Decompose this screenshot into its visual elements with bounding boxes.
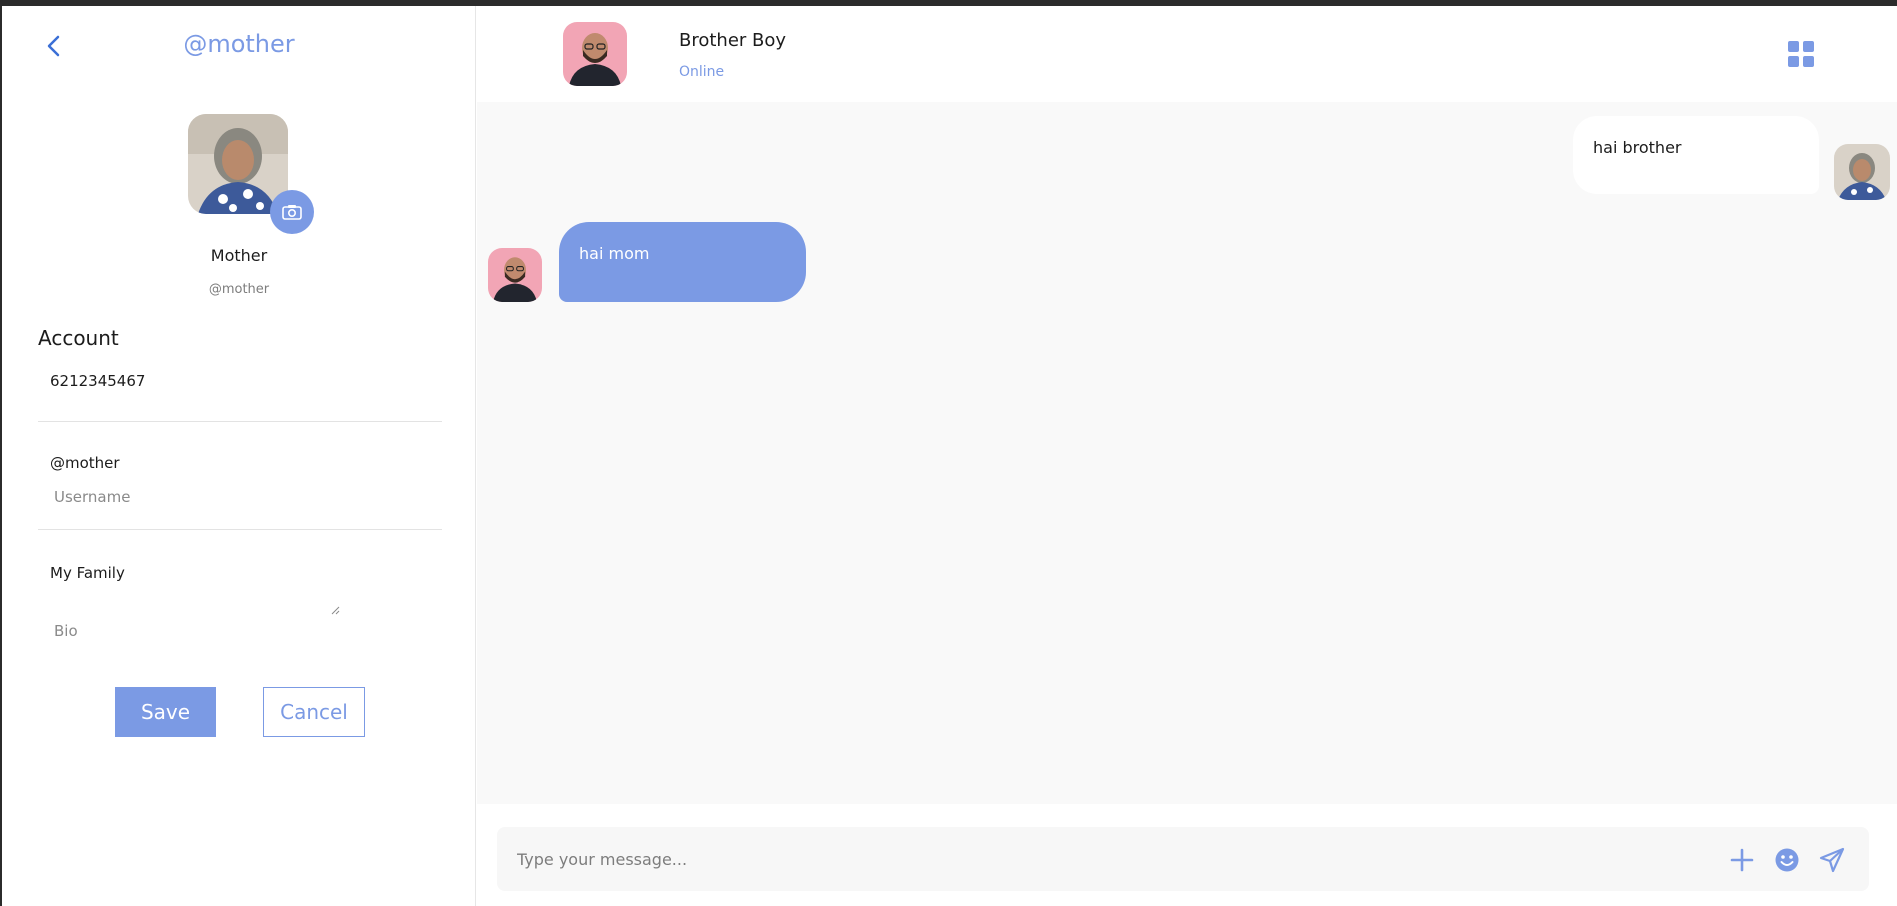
change-photo-button[interactable] <box>270 190 314 234</box>
chat-panel: Brother Boy Online hai brother hai mom T… <box>477 6 1897 906</box>
account-heading: Account <box>38 326 119 350</box>
outgoing-message[interactable]: hai brother <box>1573 116 1819 194</box>
cancel-button[interactable]: Cancel <box>263 687 365 737</box>
send-icon[interactable] <box>1819 847 1845 873</box>
contact-message-avatar <box>488 248 542 302</box>
divider <box>38 529 442 530</box>
divider <box>38 421 442 422</box>
profile-title: @mother <box>183 30 295 58</box>
contact-name: Brother Boy <box>679 30 787 51</box>
message-composer <box>497 827 1869 891</box>
chat-header: Brother Boy Online <box>477 6 1897 102</box>
incoming-message[interactable]: hai mom <box>559 222 806 302</box>
bio-value: My Family <box>50 564 125 582</box>
emoji-icon[interactable] <box>1774 847 1800 873</box>
phone-value: 6212345467 <box>50 372 146 390</box>
profile-panel: @mother Mother @mother Account 621234546… <box>2 6 476 906</box>
plus-icon[interactable] <box>1729 847 1755 873</box>
contact-avatar[interactable] <box>563 22 627 86</box>
bio-label: Bio <box>54 622 78 640</box>
username-value: @mother <box>50 454 120 472</box>
sender-avatar <box>1834 144 1890 200</box>
profile-handle: @mother <box>208 282 270 297</box>
message-input[interactable] <box>517 827 1697 891</box>
message-list[interactable]: hai brother hai mom <box>477 102 1897 804</box>
profile-name: Mother <box>210 246 268 265</box>
profile-avatar-wrapper <box>188 114 314 234</box>
contact-status: Online <box>679 64 725 80</box>
resize-handle-icon[interactable] <box>330 605 340 615</box>
phone-field[interactable]: 6212345467 <box>38 362 442 422</box>
bio-field[interactable]: My Family Bio <box>38 556 442 656</box>
grid-icon[interactable] <box>1788 41 1814 67</box>
camera-icon <box>282 205 302 220</box>
save-button[interactable]: Save <box>115 687 216 737</box>
username-field[interactable]: @mother Username <box>38 446 442 530</box>
username-label: Username <box>54 488 131 506</box>
